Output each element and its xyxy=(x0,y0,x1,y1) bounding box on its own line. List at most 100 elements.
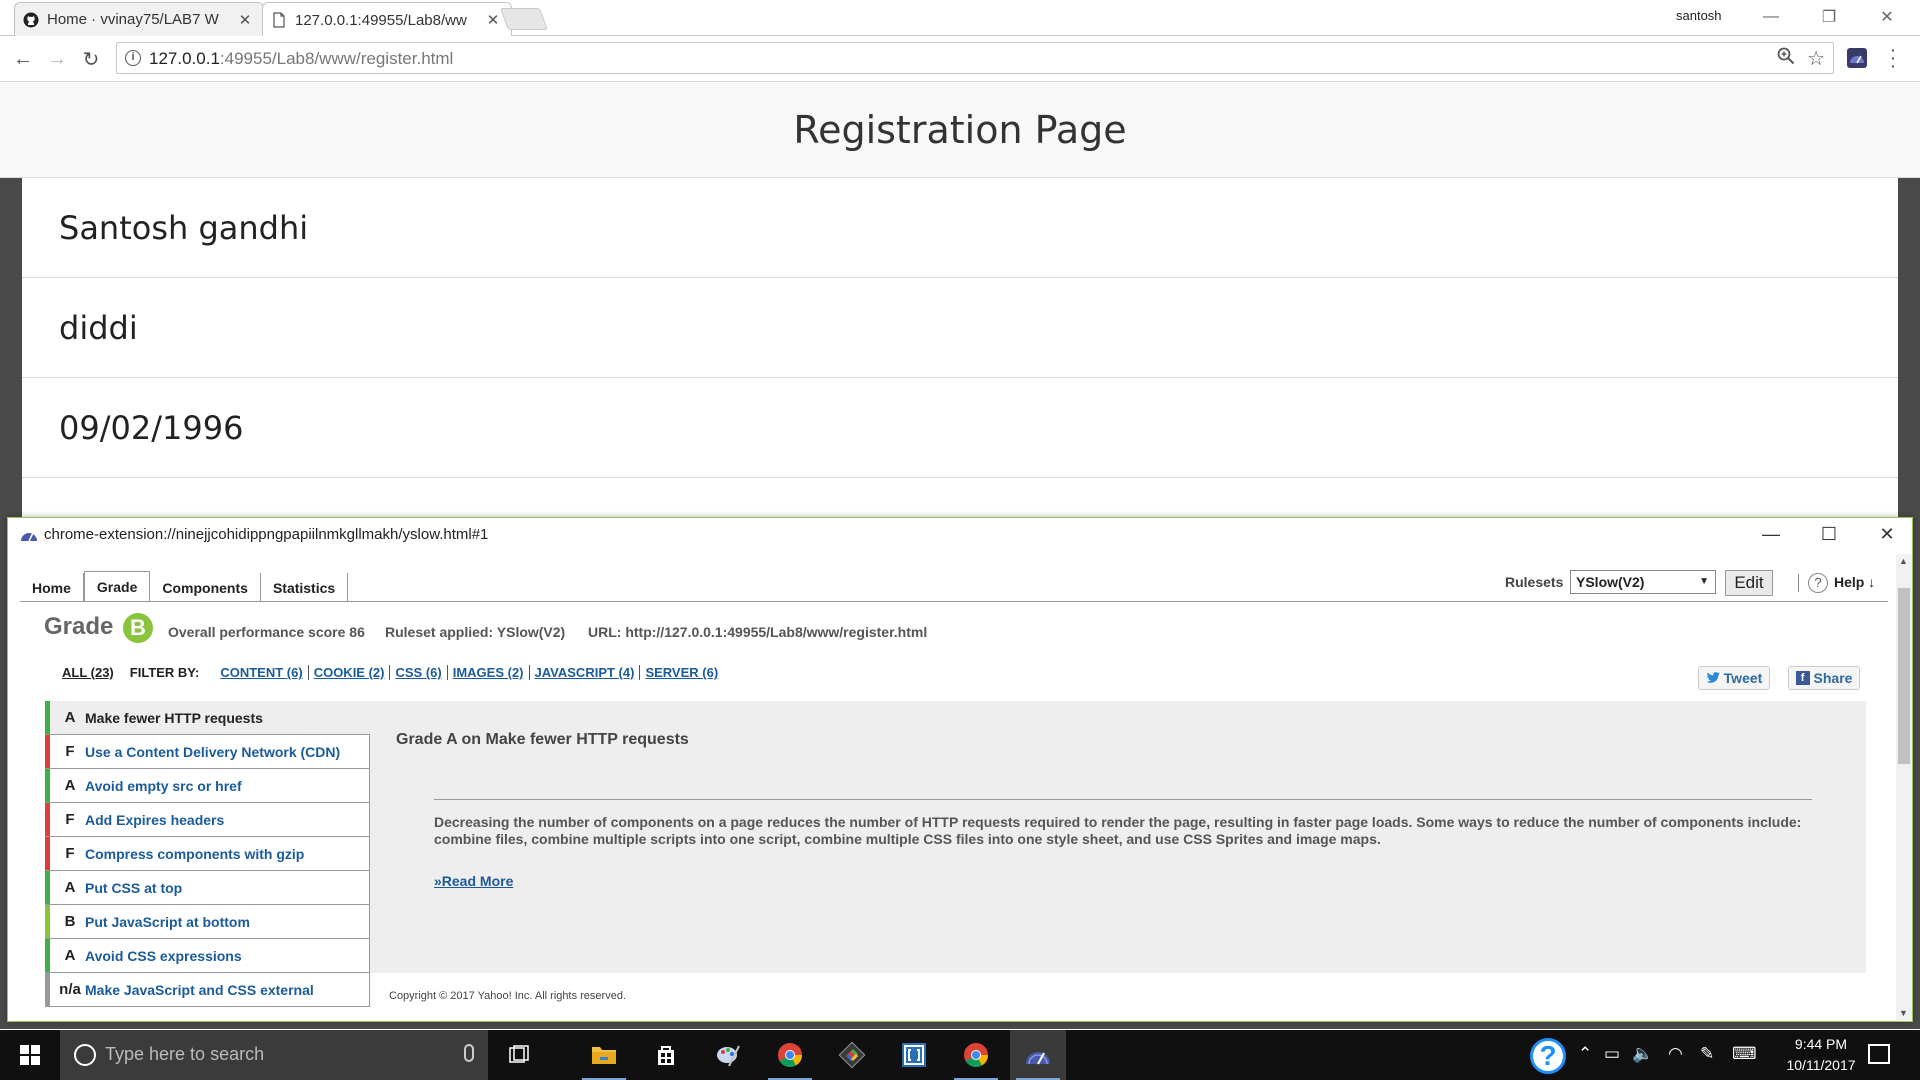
rules-list: A Make fewer HTTP requests F Use a Content … xyxy=(45,701,370,1019)
filter-javascript[interactable]: JAVASCRIPT (4) xyxy=(530,665,641,680)
rule-grade: A xyxy=(64,879,76,896)
rule-name[interactable]: Add Expires headers xyxy=(85,812,224,828)
volume-icon[interactable]: 🔈 xyxy=(1632,1044,1653,1064)
yslow-extension-icon[interactable] xyxy=(1846,47,1868,69)
read-more-link[interactable]: »Read More xyxy=(434,873,513,889)
scrollbar-thumb[interactable] xyxy=(1898,588,1910,764)
help-link[interactable]: Help ↓ xyxy=(1834,574,1875,590)
filter-cookie[interactable]: COOKIE (2) xyxy=(309,665,391,680)
browser-tab-github[interactable]: Home · vvinay75/LAB7 W ✕ xyxy=(14,2,264,36)
minimize-icon[interactable]: — xyxy=(1756,524,1786,546)
wifi-icon[interactable]: ◠ xyxy=(1668,1044,1683,1064)
dob-field[interactable]: 09/02/1996 xyxy=(22,378,1898,478)
scrollbar[interactable]: ▲ ▼ xyxy=(1896,554,1912,1020)
ruleset-select[interactable]: YSlow(V2) ▼ xyxy=(1570,570,1716,594)
divider xyxy=(1798,574,1799,592)
rule-name[interactable]: Put JavaScript at bottom xyxy=(85,914,250,930)
tab-grade[interactable]: Grade xyxy=(83,571,151,602)
chrome-icon[interactable] xyxy=(948,1030,1004,1080)
yslow-icon[interactable] xyxy=(1010,1030,1066,1080)
zoom-icon[interactable] xyxy=(1777,47,1795,70)
filter-css[interactable]: CSS (6) xyxy=(390,665,448,680)
file-explorer-icon[interactable] xyxy=(576,1030,632,1080)
address-bar[interactable]: i 127.0.0.1:49955/Lab8/www/register.html… xyxy=(116,42,1834,74)
scroll-up-icon[interactable]: ▲ xyxy=(1899,556,1908,566)
filter-server[interactable]: SERVER (6) xyxy=(640,665,723,680)
rule-row[interactable]: A Avoid empty src or href xyxy=(45,769,370,803)
git-icon[interactable] xyxy=(824,1030,880,1080)
clock-time[interactable]: 9:44 PM xyxy=(1786,1036,1856,1052)
rule-name[interactable]: Make JavaScript and CSS external xyxy=(85,982,314,998)
grade-color-bar xyxy=(45,871,50,904)
close-window-icon[interactable]: ✕ xyxy=(1864,4,1910,30)
grade-label: Grade xyxy=(44,613,114,640)
taskbar-search[interactable]: Type here to search xyxy=(60,1030,488,1080)
grade-color-bar xyxy=(45,939,50,972)
maximize-icon[interactable]: ☐ xyxy=(1814,524,1844,546)
grade-color-bar xyxy=(45,973,50,1006)
filter-images[interactable]: IMAGES (2) xyxy=(448,665,530,680)
reload-icon[interactable]: ↻ xyxy=(78,46,104,72)
profile-name[interactable]: santosh xyxy=(1676,8,1722,23)
tweet-button[interactable]: Tweet xyxy=(1698,666,1770,690)
tab-home[interactable]: Home xyxy=(20,573,84,601)
rule-row[interactable]: A Put CSS at top xyxy=(45,871,370,905)
restore-icon[interactable]: ❐ xyxy=(1806,4,1852,30)
filter-content[interactable]: CONTENT (6) xyxy=(215,665,309,680)
rule-row[interactable]: F Compress components with gzip xyxy=(45,837,370,871)
rule-row[interactable]: B Put JavaScript at bottom xyxy=(45,905,370,939)
bookmark-star-icon[interactable]: ☆ xyxy=(1807,46,1825,71)
minimize-icon[interactable]: — xyxy=(1748,4,1794,30)
filter-all[interactable]: ALL (23) xyxy=(62,665,114,680)
pen-icon[interactable]: ✎ xyxy=(1700,1044,1714,1064)
help-tray-icon[interactable]: ? xyxy=(1530,1038,1566,1074)
chevron-up-icon[interactable]: ⌃ xyxy=(1578,1044,1592,1064)
menu-icon[interactable]: · · · xyxy=(1888,40,1898,76)
rule-row[interactable]: A Avoid CSS expressions xyxy=(45,939,370,973)
share-button[interactable]: f Share xyxy=(1788,666,1860,690)
paint-icon[interactable] xyxy=(700,1030,756,1080)
new-tab-button[interactable] xyxy=(499,8,549,30)
start-button[interactable] xyxy=(0,1030,60,1080)
grade-color-bar xyxy=(45,837,50,870)
cortana-icon xyxy=(74,1044,96,1066)
grade-color-bar xyxy=(45,803,50,836)
store-icon[interactable] xyxy=(638,1030,694,1080)
rule-detail-panel: Grade A on Make fewer HTTP requests Decr… xyxy=(370,701,1866,973)
task-view-icon[interactable] xyxy=(492,1030,548,1080)
keyboard-icon[interactable]: ⌨ xyxy=(1732,1044,1757,1064)
close-icon[interactable]: ✕ xyxy=(485,11,501,29)
forward-icon[interactable]: → xyxy=(44,46,70,72)
rule-detail-text: Decreasing the number of components on a… xyxy=(434,814,1802,847)
chrome-icon[interactable] xyxy=(762,1030,818,1080)
bracket-app-icon[interactable] xyxy=(886,1030,942,1080)
rule-row[interactable]: F Add Expires headers xyxy=(45,803,370,837)
rule-name[interactable]: Avoid CSS expressions xyxy=(85,948,242,964)
tab-statistics[interactable]: Statistics xyxy=(261,573,349,601)
rule-row[interactable]: n/a Make JavaScript and CSS external xyxy=(45,973,370,1007)
rule-name[interactable]: Compress components with gzip xyxy=(85,846,304,862)
tab-components[interactable]: Components xyxy=(150,573,261,601)
edit-button[interactable]: Edit xyxy=(1725,570,1773,596)
close-window-icon[interactable]: ✕ xyxy=(1872,524,1902,546)
scroll-down-icon[interactable]: ▼ xyxy=(1899,1008,1908,1018)
facebook-icon: f xyxy=(1795,671,1810,685)
rule-name[interactable]: Use a Content Delivery Network (CDN) xyxy=(85,744,340,760)
microphone-icon[interactable] xyxy=(464,1044,474,1062)
notifications-icon[interactable] xyxy=(1868,1044,1890,1064)
close-icon[interactable]: ✕ xyxy=(237,11,253,29)
help-icon[interactable]: ? xyxy=(1808,573,1828,593)
rule-name[interactable]: Make fewer HTTP requests xyxy=(85,710,263,726)
rule-name[interactable]: Avoid empty src or href xyxy=(85,778,242,794)
battery-icon[interactable]: ▭ xyxy=(1604,1044,1620,1064)
surname-field[interactable]: diddi xyxy=(22,278,1898,378)
info-icon[interactable]: i xyxy=(125,50,141,66)
clock-date[interactable]: 10/11/2017 xyxy=(1782,1057,1860,1073)
rule-row[interactable]: A Make fewer HTTP requests xyxy=(45,701,370,735)
address-url[interactable]: 127.0.0.1:49955/Lab8/www/register.html xyxy=(149,49,453,69)
browser-tab-register[interactable]: 127.0.0.1:49955/Lab8/ww ✕ xyxy=(262,2,512,37)
back-icon[interactable]: ← xyxy=(10,46,36,72)
rule-name[interactable]: Put CSS at top xyxy=(85,880,182,896)
name-field[interactable]: Santosh gandhi xyxy=(22,178,1898,278)
rule-row[interactable]: F Use a Content Delivery Network (CDN) xyxy=(45,735,370,769)
